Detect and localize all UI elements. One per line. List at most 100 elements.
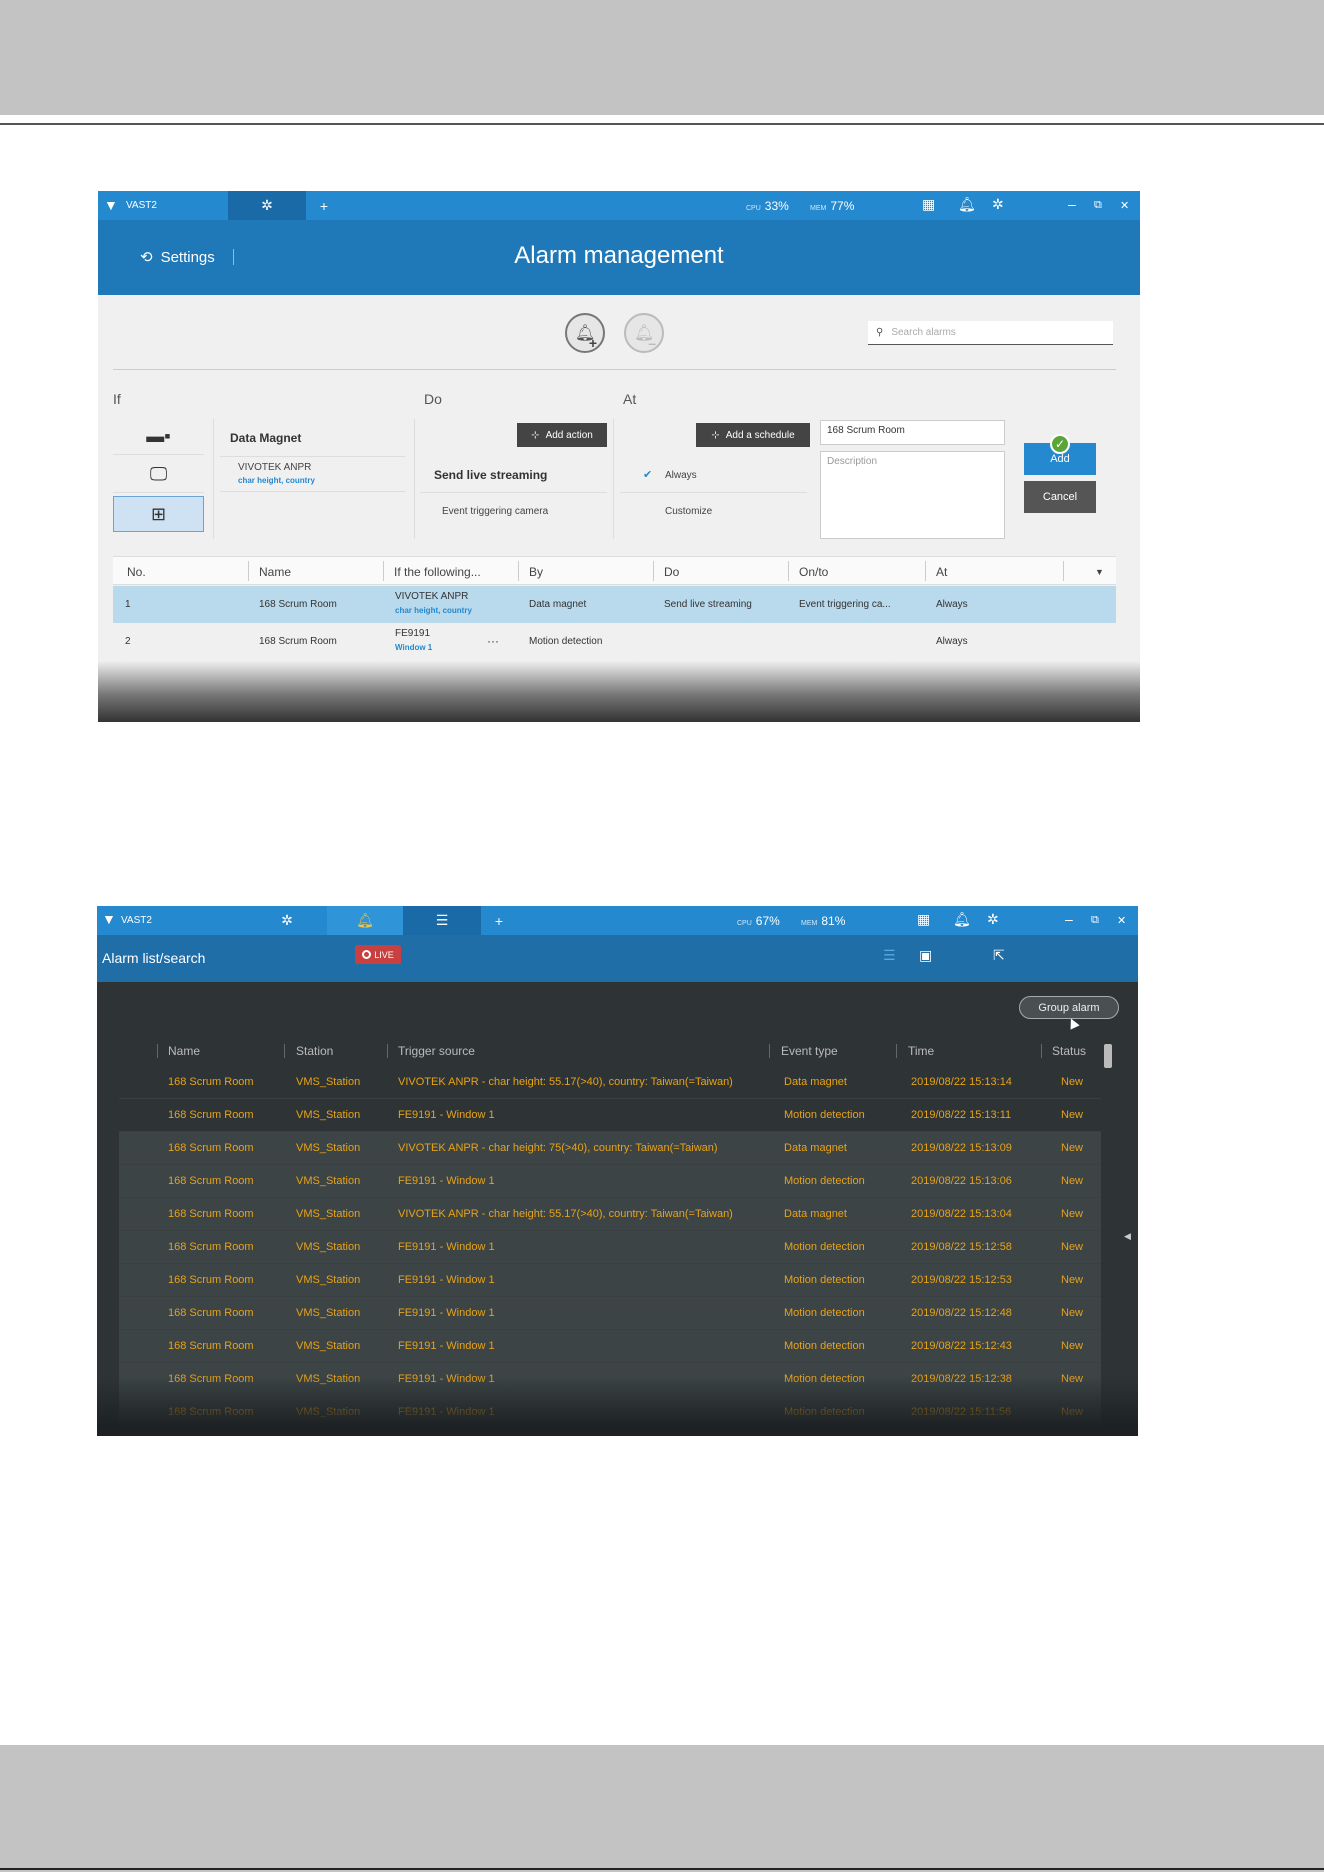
table-row[interactable]: 168 Scrum Room VMS_Station VIVOTEK ANPR - … [119, 1066, 1101, 1099]
col-name[interactable]: Name [168, 1044, 200, 1058]
table-row[interactable]: 168 Scrum Room VMS_Station FE9191 - Window… [119, 1264, 1101, 1297]
tab-add[interactable]: + [481, 906, 517, 935]
minus-icon: – [648, 335, 656, 351]
alarm-name-field[interactable]: 168 Scrum Room [820, 420, 1005, 445]
schedule-customize[interactable]: Customize [665, 506, 712, 517]
action-target[interactable]: Event triggering camera [442, 506, 548, 517]
bell-icon[interactable]: 🔔︎ [958, 196, 976, 213]
group-alarm-button[interactable]: Group alarm [1019, 996, 1119, 1019]
tab-settings[interactable]: ✲ [228, 191, 306, 220]
more-icon[interactable]: ··· [487, 634, 499, 648]
alarm-list-screenshot: ▼ VAST2 ✲ 🔔︎ ☰ + CPU 67% MEM 81% ▦ 🔔︎ ✲ – … [97, 906, 1138, 1436]
column-menu-icon[interactable]: ▼ [1095, 567, 1104, 577]
page-title: Alarm management [514, 242, 724, 269]
row-trigger-source: VIVOTEK ANPR - char height: 75(>40), cou… [398, 1142, 718, 1154]
device-type-nvr-icon[interactable]: ▬▪ [113, 419, 204, 455]
row-if: VIVOTEK ANPR [395, 591, 469, 602]
close-icon[interactable]: ✕ [1117, 914, 1126, 927]
remove-alarm-button[interactable]: 🔔︎ – [624, 313, 664, 353]
image-view-icon[interactable]: ▣ [919, 947, 932, 964]
table-row[interactable]: 168 Scrum Room VMS_Station FE9191 - Window… [119, 1330, 1101, 1363]
col-no[interactable]: No. [127, 565, 146, 579]
grid-icon[interactable]: ▦ [917, 911, 930, 928]
table-row[interactable]: 1 168 Scrum Room VIVOTEK ANPR char heigh… [113, 586, 1116, 623]
titlebar: ▼ VAST2 ✲ 🔔︎ ☰ + CPU 67% MEM 81% ▦ 🔔︎ ✲ – … [97, 906, 1138, 935]
divider [220, 491, 405, 492]
row-name: 168 Scrum Room [168, 1076, 254, 1088]
column-separator [769, 1044, 770, 1058]
table-row[interactable]: 168 Scrum Room VMS_Station FE9191 - Window… [119, 1231, 1101, 1264]
add-alarm-button[interactable]: 🔔︎ + [565, 313, 605, 353]
restore-icon[interactable]: ⧉ [1091, 914, 1099, 927]
record-icon [362, 950, 372, 959]
search-alarms-input[interactable]: ⚲ Search alarms [868, 321, 1113, 345]
row-name: 168 Scrum Room [259, 636, 337, 647]
row-if: FE9191 [395, 628, 431, 639]
row-time: 2019/08/22 15:13:11 [911, 1109, 1012, 1121]
row-station: VMS_Station [296, 1109, 361, 1121]
row-station: VMS_Station [296, 1241, 361, 1253]
scrollbar-thumb[interactable] [1104, 1044, 1112, 1068]
minimize-icon[interactable]: – [1065, 911, 1073, 927]
action-name[interactable]: Send live streaming [434, 468, 547, 482]
row-status: New [1061, 1307, 1084, 1319]
live-button[interactable]: LIVE [355, 945, 401, 964]
table-row[interactable]: 168 Scrum Room VMS_Station FE9191 - Window… [119, 1099, 1101, 1132]
row-time: 2019/08/22 15:12:58 [911, 1241, 1012, 1253]
add-action-label: Add action [545, 429, 593, 441]
col-trigger-source[interactable]: Trigger source [398, 1044, 475, 1058]
device-type-data-magnet-icon[interactable]: ⊞ [113, 496, 204, 532]
page-header-band [0, 0, 1324, 115]
cancel-button[interactable]: Cancel [1024, 481, 1096, 513]
row-status: New [1061, 1340, 1084, 1352]
col-do[interactable]: Do [664, 565, 679, 579]
collapse-arrow-icon[interactable]: ◀ [1124, 1231, 1131, 1242]
schedule-always[interactable]: Always [665, 470, 697, 481]
col-event-type[interactable]: Event type [781, 1044, 838, 1058]
col-name[interactable]: Name [259, 565, 291, 579]
col-on-to[interactable]: On/to [799, 565, 828, 579]
export-icon[interactable]: ⇱ [993, 947, 1005, 964]
table-row[interactable]: 168 Scrum Room VMS_Station VIVOTEK ANPR - … [119, 1198, 1101, 1231]
row-event-type: Motion detection [784, 1109, 865, 1121]
col-if[interactable]: If the following... [394, 565, 481, 579]
row-do: Send live streaming [664, 599, 752, 610]
if-item-sub: char height, country [238, 476, 315, 485]
grid-icon[interactable]: ▦ [922, 196, 935, 213]
add-schedule-button[interactable]: ⊹ Add a schedule [696, 423, 810, 447]
tab-alarm[interactable]: 🔔︎ [327, 906, 403, 935]
col-by[interactable]: By [529, 565, 543, 579]
tab-add[interactable]: + [306, 191, 342, 220]
table-row[interactable]: 168 Scrum Room VMS_Station FE9191 - Window… [119, 1165, 1101, 1198]
gear-icon[interactable]: ✲ [987, 911, 999, 928]
close-icon[interactable]: ✕ [1120, 199, 1129, 212]
table-row[interactable]: 168 Scrum Room VMS_Station FE9191 - Window… [119, 1297, 1101, 1330]
add-action-button[interactable]: ⊹ Add action [517, 423, 607, 447]
device-type-pc-icon[interactable]: 🖵︎ [113, 457, 204, 493]
row-event-type: Motion detection [784, 1340, 865, 1352]
bell-icon[interactable]: 🔔︎ [953, 911, 971, 928]
restore-icon[interactable]: ⧉ [1094, 199, 1102, 212]
gear-icon: ✲ [261, 197, 273, 213]
cpu-usage: CPU 33% [746, 199, 789, 213]
row-event-type: Motion detection [784, 1175, 865, 1187]
tab-alarm-list[interactable]: ☰ [403, 906, 481, 935]
col-time[interactable]: Time [908, 1044, 934, 1058]
alarm-table-header: No. Name If the following... By Do On/to… [113, 556, 1116, 585]
row-event-type: Motion detection [784, 1307, 865, 1319]
column-separator [1063, 561, 1064, 581]
table-row[interactable]: 168 Scrum Room VMS_Station VIVOTEK ANPR - … [119, 1132, 1101, 1165]
list-view-icon[interactable]: ☰ [883, 947, 896, 964]
minimize-icon[interactable]: – [1068, 196, 1076, 212]
description-field[interactable]: Description [820, 451, 1005, 539]
col-station[interactable]: Station [296, 1044, 333, 1058]
col-at[interactable]: At [936, 565, 947, 579]
row-time: 2019/08/22 15:13:04 [911, 1208, 1012, 1220]
gear-icon[interactable]: ✲ [992, 196, 1004, 213]
row-station: VMS_Station [296, 1208, 361, 1220]
col-status[interactable]: Status [1052, 1044, 1086, 1058]
row-trigger-source: VIVOTEK ANPR - char height: 55.17(>40), … [398, 1076, 733, 1088]
tab-settings[interactable]: ✲ [247, 906, 327, 935]
table-row[interactable]: 2 168 Scrum Room FE9191 Window 1 ··· Mot… [113, 623, 1116, 660]
if-item-name[interactable]: VIVOTEK ANPR [238, 462, 311, 473]
